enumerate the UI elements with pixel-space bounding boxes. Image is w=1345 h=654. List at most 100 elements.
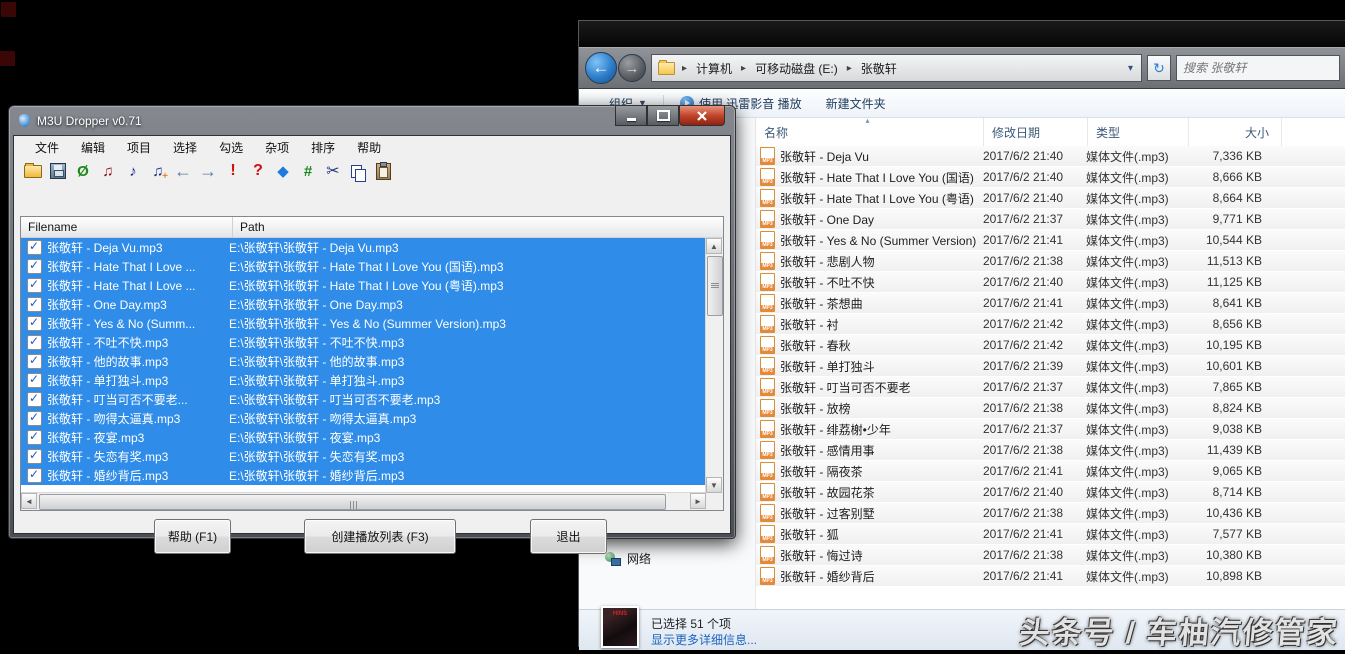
table-row[interactable]: 张敬轩 - 狐 2017/6/2 21:41 媒体文件(.mp3) 7,577 … <box>756 524 1345 544</box>
table-row[interactable]: 张敬轩 - Hate That I Love You (国语) 2017/6/2… <box>756 167 1345 187</box>
table-row[interactable]: 张敬轩 - 悔过诗 2017/6/2 21:38 媒体文件(.mp3) 10,3… <box>756 545 1345 565</box>
table-row[interactable]: 张敬轩 - 单打独斗 2017/6/2 21:39 媒体文件(.mp3) 10,… <box>756 356 1345 376</box>
table-row[interactable]: 张敬轩 - 婚纱背后 2017/6/2 21:41 媒体文件(.mp3) 10,… <box>756 566 1345 586</box>
list-item[interactable]: 张敬轩 - 他的故事.mp3 E:\张敬轩\张敬轩 - 他的故事.mp3 <box>21 352 706 371</box>
table-row[interactable]: 张敬轩 - 茶想曲 2017/6/2 21:41 媒体文件(.mp3) 8,64… <box>756 293 1345 313</box>
scroll-left-icon[interactable]: ◄ <box>21 493 37 509</box>
checkbox[interactable] <box>27 278 42 293</box>
exit-button[interactable]: 退出 <box>530 519 607 554</box>
column-header-name[interactable]: ▴ 名称 <box>756 118 984 146</box>
new-folder-button[interactable]: 新建文件夹 <box>818 92 894 115</box>
breadcrumb-computer[interactable]: 计算机 <box>692 58 736 79</box>
vertical-scrollbar[interactable]: ▲ ▼ <box>705 238 723 493</box>
minimize-button[interactable] <box>615 106 647 126</box>
checkbox[interactable] <box>27 354 42 369</box>
column-header-path[interactable]: Path <box>233 217 723 237</box>
list-item[interactable]: 张敬轩 - Yes & No (Summ... E:\张敬轩\张敬轩 - Yes… <box>21 314 706 333</box>
list-item[interactable]: 张敬轩 - 叮当可否不要老... E:\张敬轩\张敬轩 - 叮当可否不要老.mp… <box>21 390 706 409</box>
list-item[interactable]: 张敬轩 - 单打独斗.mp3 E:\张敬轩\张敬轩 - 单打独斗.mp3 <box>21 371 706 390</box>
single-note-icon[interactable]: ♪ <box>122 160 144 182</box>
checkbox[interactable] <box>27 449 42 464</box>
horizontal-scrollbar[interactable]: ◄ ► <box>21 492 706 510</box>
address-dropdown-icon[interactable]: ▾ <box>1124 63 1137 74</box>
arrow-right-icon[interactable]: → <box>197 160 219 182</box>
menu-item[interactable]: 文件 <box>24 137 70 158</box>
help-button[interactable]: 帮助 (F1) <box>154 519 231 554</box>
checkbox[interactable] <box>27 430 42 445</box>
arrow-left-icon[interactable]: ← <box>172 160 194 182</box>
add-note-icon[interactable]: ♫ <box>147 160 169 182</box>
sidebar-item-network[interactable]: 网络 <box>605 550 651 567</box>
column-header-date[interactable]: 修改日期 <box>984 118 1088 146</box>
breadcrumb-removable-disk[interactable]: 可移动磁盘 (E:) <box>751 58 842 79</box>
menu-item[interactable]: 帮助 <box>346 137 392 158</box>
table-row[interactable]: 张敬轩 - 绯荔榭•少年 2017/6/2 21:37 媒体文件(.mp3) 9… <box>756 419 1345 439</box>
exclamation-icon[interactable]: ! <box>222 160 244 182</box>
list-item[interactable]: 张敬轩 - 失恋有奖.mp3 E:\张敬轩\张敬轩 - 失恋有奖.mp3 <box>21 447 706 466</box>
checkbox[interactable] <box>27 468 42 483</box>
address-bar[interactable]: ▸ 计算机 ▸ 可移动磁盘 (E:) ▸ 张敬轩 ▾ <box>651 54 1142 82</box>
back-button[interactable]: ← <box>585 52 617 84</box>
menu-item[interactable]: 勾选 <box>208 137 254 158</box>
show-more-details-link[interactable]: 显示更多详细信息... <box>651 631 757 648</box>
table-row[interactable]: 张敬轩 - 悲剧人物 2017/6/2 21:38 媒体文件(.mp3) 11,… <box>756 251 1345 271</box>
checkbox[interactable] <box>27 316 42 331</box>
list-item[interactable]: 张敬轩 - Deja Vu.mp3 E:\张敬轩\张敬轩 - Deja Vu.m… <box>21 238 706 257</box>
cut-icon[interactable]: ✂ <box>322 160 344 182</box>
list-item[interactable]: 张敬轩 - One Day.mp3 E:\张敬轩\张敬轩 - One Day.m… <box>21 295 706 314</box>
table-row[interactable]: 张敬轩 - 衬 2017/6/2 21:42 媒体文件(.mp3) 8,656 … <box>756 314 1345 334</box>
checkbox[interactable] <box>27 240 42 255</box>
diamond-icon[interactable]: ◆ <box>272 160 294 182</box>
create-playlist-button[interactable]: 创建播放列表 (F3) <box>304 519 456 554</box>
table-row[interactable]: 张敬轩 - 故园花茶 2017/6/2 21:40 媒体文件(.mp3) 8,7… <box>756 482 1345 502</box>
column-header-size[interactable]: 大小 <box>1189 118 1282 146</box>
scroll-down-icon[interactable]: ▼ <box>706 477 722 493</box>
clear-icon[interactable]: Ø <box>72 160 94 182</box>
table-row[interactable]: 张敬轩 - 叮当可否不要老 2017/6/2 21:37 媒体文件(.mp3) … <box>756 377 1345 397</box>
menu-item[interactable]: 选择 <box>162 137 208 158</box>
table-row[interactable]: 张敬轩 - Yes & No (Summer Version) 2017/6/2… <box>756 230 1345 250</box>
maximize-button[interactable] <box>647 106 679 126</box>
refresh-button[interactable]: ↻ <box>1147 55 1171 81</box>
checkbox[interactable] <box>27 259 42 274</box>
list-item[interactable]: 张敬轩 - 不吐不快.mp3 E:\张敬轩\张敬轩 - 不吐不快.mp3 <box>21 333 706 352</box>
copy-icon[interactable] <box>347 160 369 182</box>
menu-item[interactable]: 编辑 <box>70 137 116 158</box>
table-row[interactable]: 张敬轩 - Hate That I Love You (粤语) 2017/6/2… <box>756 188 1345 208</box>
paste-icon[interactable] <box>372 160 394 182</box>
forward-button[interactable]: → <box>618 54 646 82</box>
table-row[interactable]: 张敬轩 - 春秋 2017/6/2 21:42 媒体文件(.mp3) 10,19… <box>756 335 1345 355</box>
table-row[interactable]: 张敬轩 - 放榜 2017/6/2 21:38 媒体文件(.mp3) 8,824… <box>756 398 1345 418</box>
table-row[interactable]: 张敬轩 - 隔夜茶 2017/6/2 21:41 媒体文件(.mp3) 9,06… <box>756 461 1345 481</box>
checkbox[interactable] <box>27 373 42 388</box>
search-input[interactable] <box>1176 55 1340 81</box>
checkbox[interactable] <box>27 335 42 350</box>
scroll-up-icon[interactable]: ▲ <box>706 238 722 254</box>
table-row[interactable]: 张敬轩 - Deja Vu 2017/6/2 21:40 媒体文件(.mp3) … <box>756 146 1345 166</box>
scroll-right-icon[interactable]: ► <box>690 493 706 509</box>
list-item[interactable]: 张敬轩 - 婚纱背后.mp3 E:\张敬轩\张敬轩 - 婚纱背后.mp3 <box>21 466 706 485</box>
table-row[interactable]: 张敬轩 - 不吐不快 2017/6/2 21:40 媒体文件(.mp3) 11,… <box>756 272 1345 292</box>
menu-item[interactable]: 杂项 <box>254 137 300 158</box>
hash-icon[interactable]: # <box>297 160 319 182</box>
open-folder-icon[interactable] <box>22 160 44 182</box>
checkbox[interactable] <box>27 297 42 312</box>
explorer-titlebar[interactable] <box>579 21 1345 47</box>
list-item[interactable]: 张敬轩 - Hate That I Love ... E:\张敬轩\张敬轩 - … <box>21 257 706 276</box>
list-item[interactable]: 张敬轩 - 吻得太逼真.mp3 E:\张敬轩\张敬轩 - 吻得太逼真.mp3 <box>21 409 706 428</box>
list-item[interactable]: 张敬轩 - 夜宴.mp3 E:\张敬轩\张敬轩 - 夜宴.mp3 <box>21 428 706 447</box>
table-row[interactable]: 张敬轩 - 感情用事 2017/6/2 21:38 媒体文件(.mp3) 11,… <box>756 440 1345 460</box>
list-item[interactable]: 张敬轩 - Hate That I Love ... E:\张敬轩\张敬轩 - … <box>21 276 706 295</box>
scrollbar-thumb[interactable] <box>707 256 723 316</box>
checkbox[interactable] <box>27 392 42 407</box>
column-header-type[interactable]: 类型 <box>1088 118 1189 146</box>
breadcrumb-current-folder[interactable]: 张敬轩 <box>857 58 901 79</box>
table-row[interactable]: 张敬轩 - 过客别墅 2017/6/2 21:38 媒体文件(.mp3) 10,… <box>756 503 1345 523</box>
scrollbar-thumb[interactable] <box>39 494 666 510</box>
menu-item[interactable]: 项目 <box>116 137 162 158</box>
double-note-icon[interactable]: ♫ <box>97 160 119 182</box>
column-header-filename[interactable]: Filename <box>21 217 233 237</box>
close-button[interactable] <box>679 106 725 126</box>
menu-item[interactable]: 排序 <box>300 137 346 158</box>
save-icon[interactable] <box>47 160 69 182</box>
